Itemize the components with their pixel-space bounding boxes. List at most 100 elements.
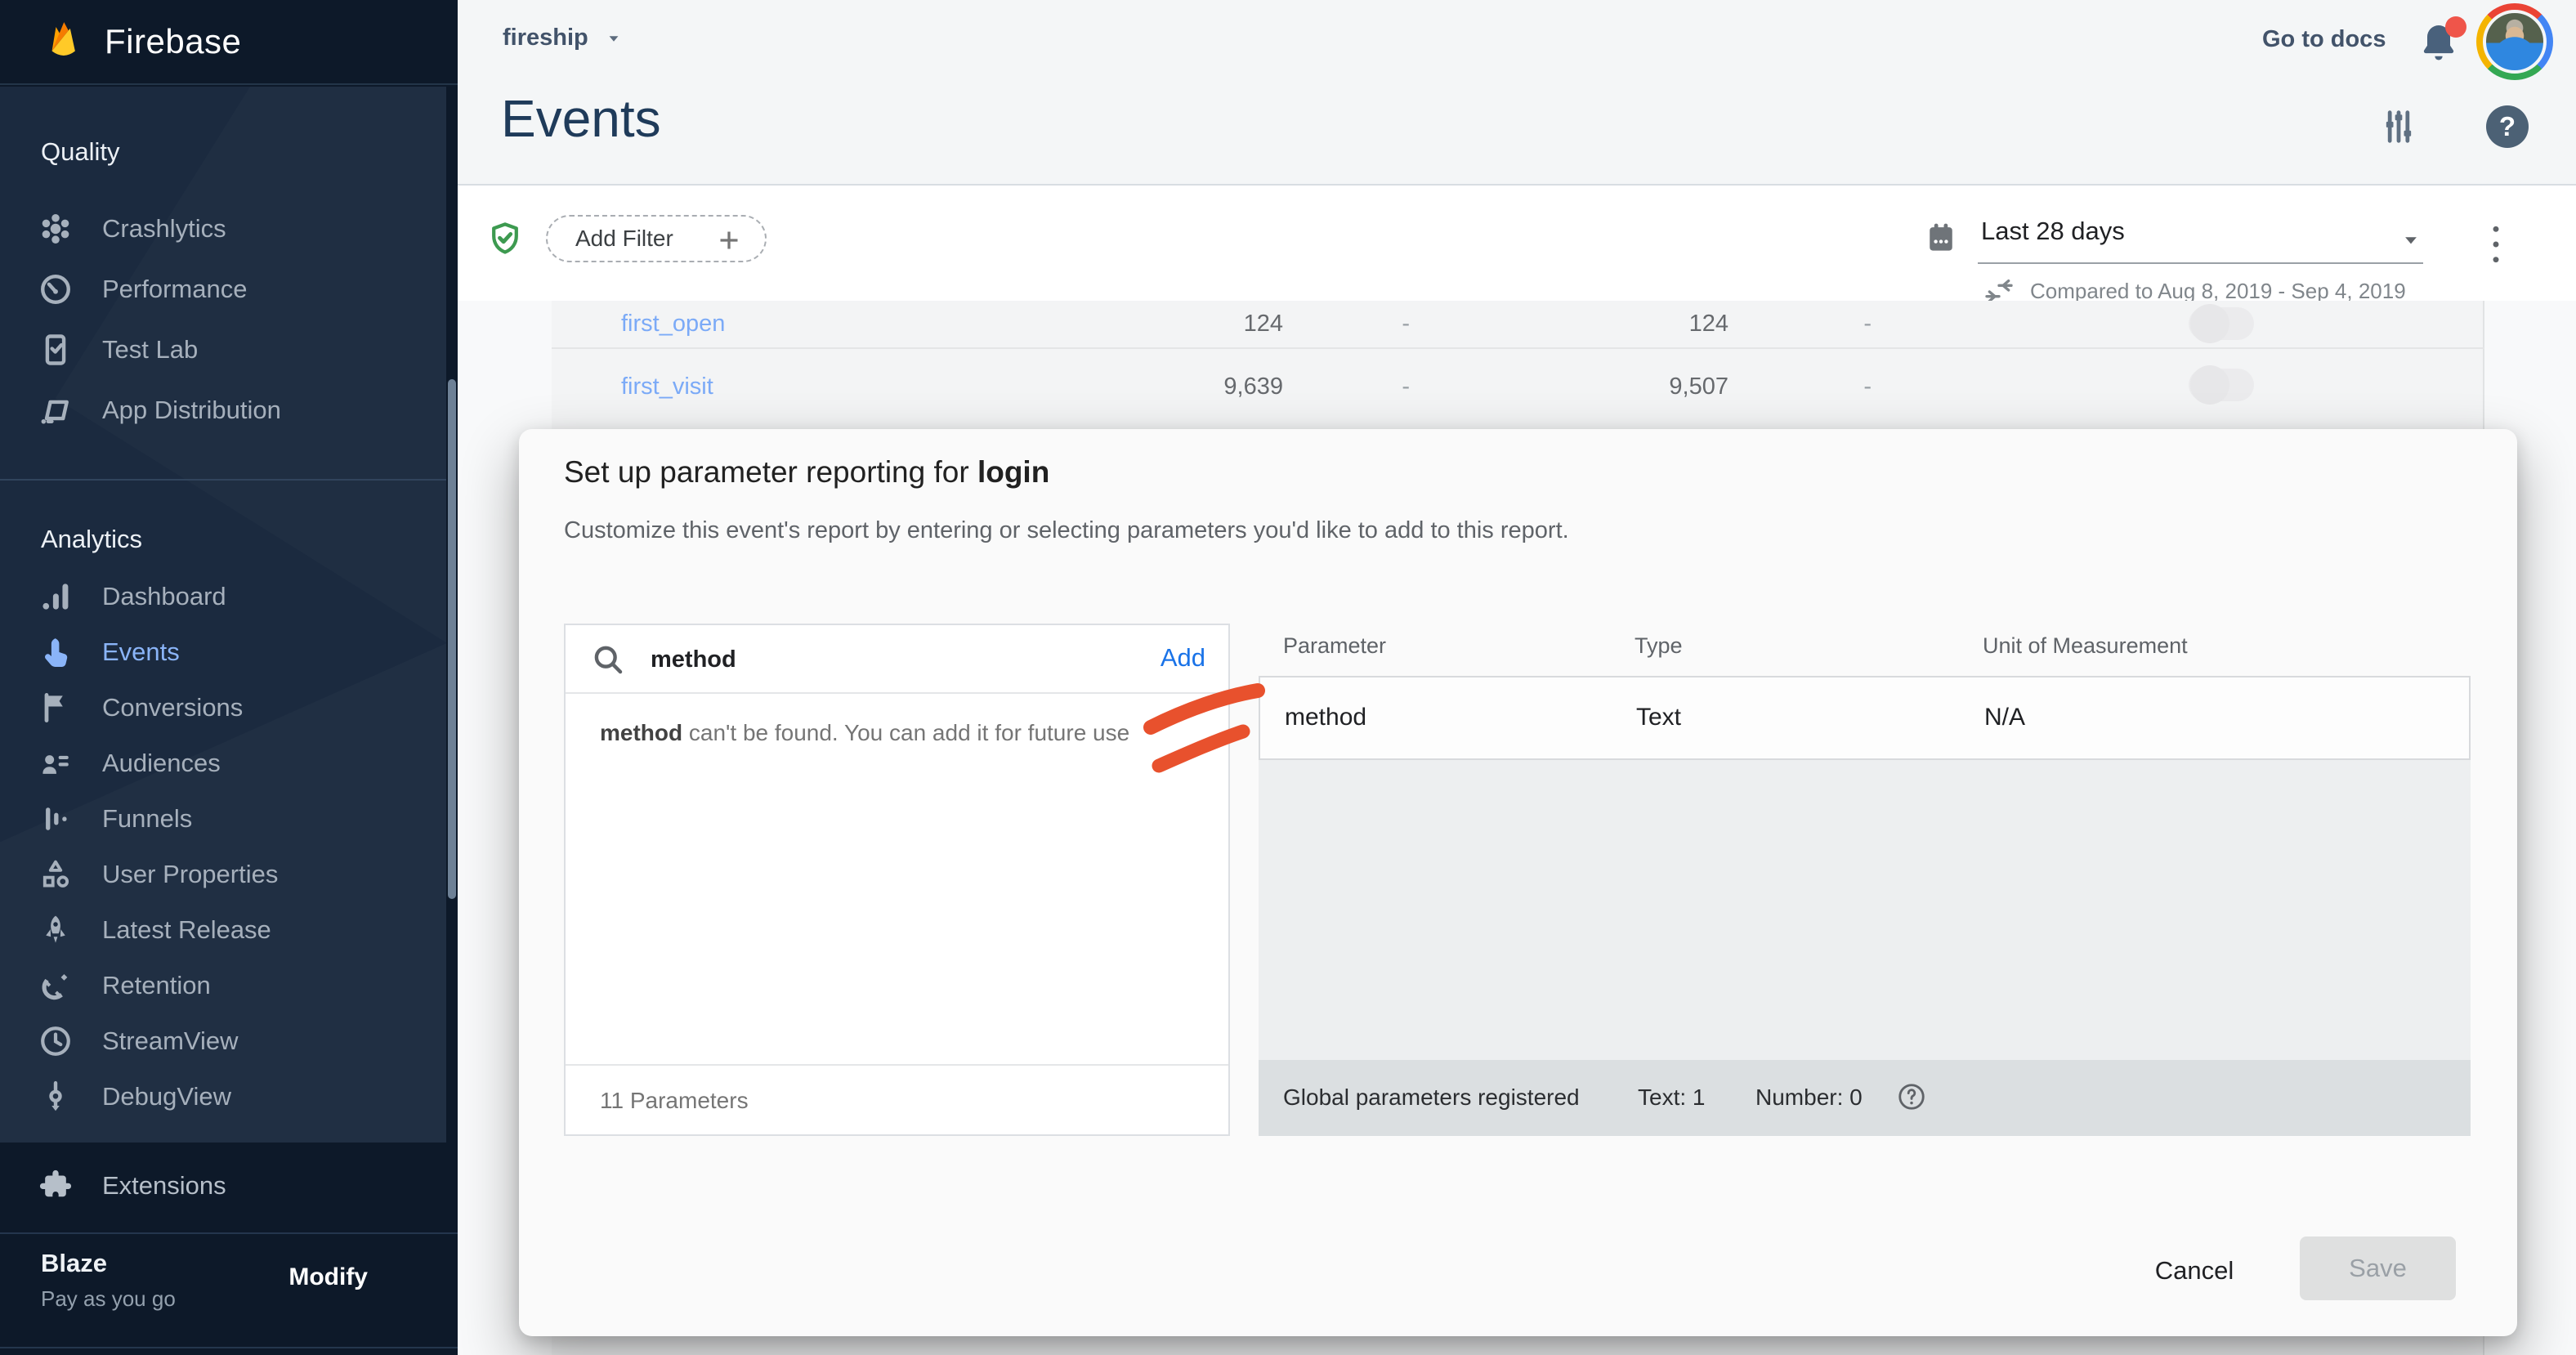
firebase-brand-label: Firebase: [105, 22, 241, 61]
dashboard-icon: [38, 579, 74, 615]
funnels-icon: [38, 801, 74, 837]
firebase-logo-icon: [42, 20, 85, 63]
sidebar-item-audiences[interactable]: Audiences: [0, 736, 446, 791]
firebase-console: Firebase Quality Crashlytics Performance: [0, 0, 2576, 1355]
add-parameter-button[interactable]: Add: [1161, 643, 1205, 673]
account-menu-button[interactable]: [2476, 3, 2553, 80]
overflow-menu-icon[interactable]: [2483, 221, 2509, 267]
event-name-link[interactable]: first_visit: [621, 373, 713, 400]
text-count: Text: 1: [1638, 1084, 1705, 1111]
project-name: fireship: [503, 25, 588, 51]
filter-bar: Add Filter Last 28 days Compared t: [458, 186, 2576, 301]
plus-icon: [714, 226, 744, 255]
sidebar-item-retention[interactable]: Retention: [0, 958, 446, 1013]
streamview-icon: [38, 1023, 74, 1059]
sidebar-item-dashboard[interactable]: Dashboard: [0, 569, 446, 624]
section-label-analytics: Analytics: [41, 525, 142, 554]
go-to-docs-link[interactable]: Go to docs: [2262, 26, 2386, 53]
avatar: [2483, 10, 2547, 74]
retention-icon: [38, 968, 74, 1004]
user-properties-icon: [38, 856, 74, 892]
event-count: 9,639: [1038, 373, 1283, 400]
plan-bottom-divider: [0, 1347, 458, 1348]
parameter-reporting-dialog: Set up parameter reporting for login Cus…: [519, 429, 2517, 1336]
test-lab-icon: [38, 332, 74, 368]
column-header-unit: Unit of Measurement: [1983, 633, 2188, 659]
page-title: Events: [501, 88, 661, 149]
sidebar-item-events[interactable]: Events: [0, 624, 446, 680]
sidebar-item-performance[interactable]: Performance: [0, 262, 446, 317]
add-filter-label: Add Filter: [575, 226, 673, 252]
sidebar: Firebase Quality Crashlytics Performance: [0, 0, 458, 1355]
crashlytics-icon: [38, 211, 74, 247]
performance-icon: [38, 271, 74, 307]
chevron-down-icon: [603, 28, 624, 49]
date-range-select[interactable]: Last 28 days: [1978, 210, 2423, 264]
sidebar-item-extensions[interactable]: Extensions: [0, 1158, 446, 1214]
dialog-subtitle: Customize this event's report by enterin…: [564, 517, 1569, 544]
search-row: Add: [566, 625, 1228, 694]
event-users: 124: [1487, 311, 1729, 338]
firebase-brand[interactable]: Firebase: [0, 0, 458, 85]
dialog-title: Set up parameter reporting for login: [564, 455, 1049, 490]
parameter-search-input[interactable]: [651, 640, 1076, 679]
save-button[interactable]: Save: [2300, 1236, 2456, 1300]
tune-icon[interactable]: [2377, 105, 2420, 148]
column-header-parameter: Parameter: [1283, 633, 1386, 659]
event-name-link[interactable]: first_open: [621, 311, 725, 338]
sidebar-nav: Quality Crashlytics Performance Test Lab: [0, 87, 458, 1143]
sidebar-item-app-distribution[interactable]: App Distribution: [0, 382, 446, 438]
conversion-toggle[interactable]: [2189, 307, 2254, 340]
app-distribution-icon: [38, 392, 74, 428]
conversions-icon: [38, 690, 74, 726]
parameter-row[interactable]: method Text N/A: [1259, 676, 2471, 760]
table-row: first_open 124 - 124 -: [552, 301, 2484, 349]
add-filter-chip[interactable]: Add Filter: [546, 215, 767, 262]
parameter-count-footer: 11 Parameters: [566, 1064, 1228, 1136]
dropdown-arrow-icon: [2399, 228, 2423, 253]
sidebar-item-streamview[interactable]: StreamView: [0, 1013, 446, 1069]
table-row: first_visit 9,639 - 9,507 -: [552, 351, 2484, 429]
help-icon[interactable]: ?: [2486, 105, 2529, 148]
event-count: 124: [1038, 311, 1283, 338]
event-delta: -: [1357, 373, 1410, 400]
events-icon: [38, 634, 74, 670]
sidebar-extensions-section: Extensions: [0, 1143, 458, 1232]
project-selector[interactable]: fireship: [503, 25, 624, 51]
event-delta: -: [1818, 373, 1872, 400]
latest-release-icon: [38, 912, 74, 948]
compare-note: Compared to Aug 8, 2019 - Sep 4, 2019: [2030, 279, 2406, 304]
cancel-button[interactable]: Cancel: [2133, 1242, 2256, 1299]
sidebar-item-user-properties[interactable]: User Properties: [0, 847, 446, 902]
shield-check-icon: [486, 220, 524, 257]
parameter-search-card: Add method can't be found. You can add i…: [564, 624, 1230, 1136]
event-delta: -: [1357, 311, 1410, 338]
parameter-type: Text: [1636, 704, 1681, 731]
sidebar-scrollbar-thumb[interactable]: [448, 379, 456, 899]
sidebar-item-crashlytics[interactable]: Crashlytics: [0, 201, 446, 257]
debugview-icon: [38, 1079, 74, 1115]
notifications-button[interactable]: [2416, 20, 2462, 65]
event-users: 9,507: [1487, 373, 1729, 400]
sidebar-item-test-lab[interactable]: Test Lab: [0, 322, 446, 378]
parameter-unit: N/A: [1984, 704, 2025, 731]
section-label-quality: Quality: [41, 137, 119, 167]
sidebar-item-debugview[interactable]: DebugView: [0, 1069, 446, 1125]
number-count: Number: 0: [1755, 1084, 1863, 1111]
modify-plan-button[interactable]: Modify: [288, 1263, 368, 1291]
sidebar-item-latest-release[interactable]: Latest Release: [0, 902, 446, 958]
sidebar-item-funnels[interactable]: Funnels: [0, 791, 446, 847]
not-found-message: method can't be found. You can add it fo…: [600, 720, 1129, 746]
conversion-toggle[interactable]: [2189, 369, 2254, 401]
dialog-event-name: login: [977, 455, 1049, 489]
sidebar-item-conversions[interactable]: Conversions: [0, 680, 446, 736]
event-delta: -: [1818, 311, 1872, 338]
sidebar-divider: [0, 479, 446, 481]
extensions-icon: [38, 1168, 74, 1204]
help-outline-icon[interactable]: [1896, 1081, 1927, 1112]
plan-bar: Blaze Pay as you go Modify: [0, 1232, 458, 1355]
audiences-icon: [38, 745, 74, 781]
plan-name: Blaze: [41, 1249, 107, 1278]
empty-parameter-area: [1259, 760, 2471, 1060]
calendar-icon[interactable]: [1923, 220, 1959, 256]
